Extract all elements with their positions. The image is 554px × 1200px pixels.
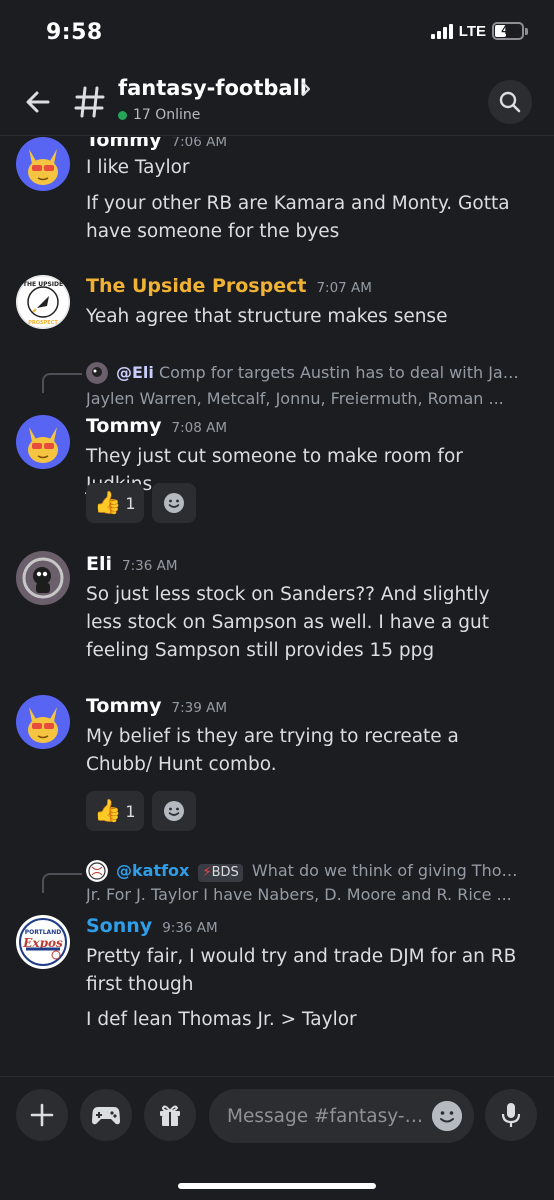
smiley-icon bbox=[163, 493, 184, 513]
svg-text:PROSPECT: PROSPECT bbox=[28, 320, 58, 326]
voice-message-button[interactable] bbox=[485, 1089, 537, 1141]
reply-preview[interactable]: @katfox ⚡BDS What do we think of giving … bbox=[86, 859, 526, 883]
microphone-icon bbox=[501, 1103, 521, 1127]
svg-text:PORTLAND: PORTLAND bbox=[25, 929, 61, 936]
reaction-count: 1 bbox=[125, 801, 136, 821]
status-bar: 9:58 LTE 44 bbox=[0, 0, 554, 68]
message-text: So just less stock on Sanders?? And slig… bbox=[86, 584, 490, 661]
reply-mention[interactable]: @Eli bbox=[116, 363, 154, 382]
reaction-thumbs-up[interactable]: 👍 1 bbox=[86, 791, 144, 831]
avatar[interactable] bbox=[16, 415, 70, 469]
reaction-thumbs-up[interactable]: 👍 1 bbox=[86, 483, 144, 523]
message-timestamp: 7:36 AM bbox=[122, 558, 178, 574]
reply-snippet: What do we think of giving Thomas Jr. Fo… bbox=[251, 861, 526, 880]
message-list[interactable]: Tommy 7:06 AM I like Taylor If your other… bbox=[0, 137, 554, 1075]
chevron-right-icon[interactable] bbox=[298, 78, 314, 100]
channel-name[interactable]: fantasy-football bbox=[118, 76, 307, 100]
message-text: I like Taylor bbox=[86, 157, 190, 178]
message-input-placeholder: Message #fantasy-f... bbox=[227, 1105, 427, 1127]
message-text: Pretty fair, I would try and trade DJM f… bbox=[86, 946, 517, 995]
reply-mention[interactable]: @katfox bbox=[116, 861, 189, 880]
message-author[interactable]: Tommy 7:06 AM bbox=[86, 137, 227, 151]
search-button[interactable] bbox=[488, 80, 532, 124]
plus-icon bbox=[30, 1103, 54, 1127]
search-icon bbox=[499, 91, 521, 113]
reply-connector bbox=[42, 873, 82, 893]
reply-snippet: Comp for targets Austin has to deal with… bbox=[159, 363, 526, 382]
avatar[interactable] bbox=[16, 551, 70, 605]
avatar[interactable] bbox=[16, 695, 70, 749]
message-author[interactable]: The Upside Prospect 7:07 AM bbox=[86, 275, 372, 297]
status-indicators: LTE 44 bbox=[430, 22, 528, 40]
hash-icon bbox=[74, 84, 106, 120]
message-author[interactable]: Eli 7:36 AM bbox=[86, 553, 178, 575]
message-text: My belief is they are trying to recreate… bbox=[86, 726, 459, 775]
reply-preview[interactable]: @Eli Comp for targets Austin has to deal… bbox=[86, 361, 526, 385]
online-dot-icon bbox=[118, 110, 127, 120]
battery-level: 44 bbox=[501, 23, 515, 37]
network-label: LTE bbox=[458, 22, 486, 40]
message-timestamp: 7:07 AM bbox=[316, 280, 372, 296]
online-count: 17 Online bbox=[118, 107, 200, 123]
reply-snippet-line-2: Jaylen Warren, Metcalf, Jonnu, Freiermut… bbox=[86, 389, 504, 408]
add-attachment-button[interactable] bbox=[16, 1089, 68, 1141]
message-timestamp: 7:08 AM bbox=[171, 420, 227, 436]
message-text: If your other RB are Kamara and Monty. G… bbox=[86, 193, 510, 242]
message-text: I def lean Thomas Jr. > Taylor bbox=[86, 1009, 357, 1030]
avatar[interactable] bbox=[16, 137, 70, 191]
message-timestamp: 9:36 AM bbox=[162, 920, 218, 936]
reply-snippet-line-2: Jr. For J. Taylor I have Nabers, D. Moor… bbox=[86, 885, 512, 904]
thumbs-up-icon: 👍 bbox=[94, 490, 122, 516]
reactions: 👍 1 bbox=[86, 791, 196, 831]
add-reaction-button[interactable] bbox=[151, 483, 196, 523]
status-time: 9:58 bbox=[46, 20, 103, 45]
server-tag: ⚡BDS bbox=[198, 864, 243, 882]
avatar[interactable]: THE UPSIDE PROSPECT bbox=[16, 275, 70, 329]
channel-header: fantasy-football 17 Online bbox=[0, 68, 554, 136]
add-reaction-button[interactable] bbox=[151, 791, 196, 831]
reactions: 👍 1 bbox=[86, 483, 196, 523]
reply-connector bbox=[42, 373, 82, 393]
smiley-icon bbox=[163, 801, 184, 821]
message-timestamp: 7:39 AM bbox=[171, 700, 227, 716]
home-indicator bbox=[178, 1183, 376, 1189]
gamepad-icon bbox=[92, 1107, 120, 1125]
message-author[interactable]: Tommy 7:39 AM bbox=[86, 695, 227, 717]
message-timestamp: 7:06 AM bbox=[171, 137, 227, 150]
gift-button[interactable] bbox=[144, 1089, 196, 1141]
smiley-icon bbox=[432, 1101, 462, 1131]
message-composer: Message #fantasy-f... bbox=[0, 1076, 554, 1200]
battery-icon: 44 bbox=[492, 22, 528, 40]
signal-icon bbox=[430, 23, 453, 39]
message-input[interactable]: Message #fantasy-f... bbox=[209, 1089, 474, 1143]
gift-icon bbox=[160, 1105, 180, 1126]
avatar[interactable]: PORTLAND Expos bbox=[16, 915, 70, 969]
reaction-count: 1 bbox=[125, 493, 136, 513]
message-author[interactable]: Sonny 9:36 AM bbox=[86, 915, 218, 937]
activities-button[interactable] bbox=[80, 1089, 132, 1141]
thumbs-up-icon: 👍 bbox=[94, 798, 122, 824]
message-text: Yeah agree that structure makes sense bbox=[86, 306, 448, 327]
message-author[interactable]: Tommy 7:08 AM bbox=[86, 415, 227, 437]
emoji-button[interactable] bbox=[432, 1101, 462, 1131]
back-arrow-icon[interactable] bbox=[22, 86, 54, 118]
svg-text:THE UPSIDE: THE UPSIDE bbox=[23, 281, 63, 288]
